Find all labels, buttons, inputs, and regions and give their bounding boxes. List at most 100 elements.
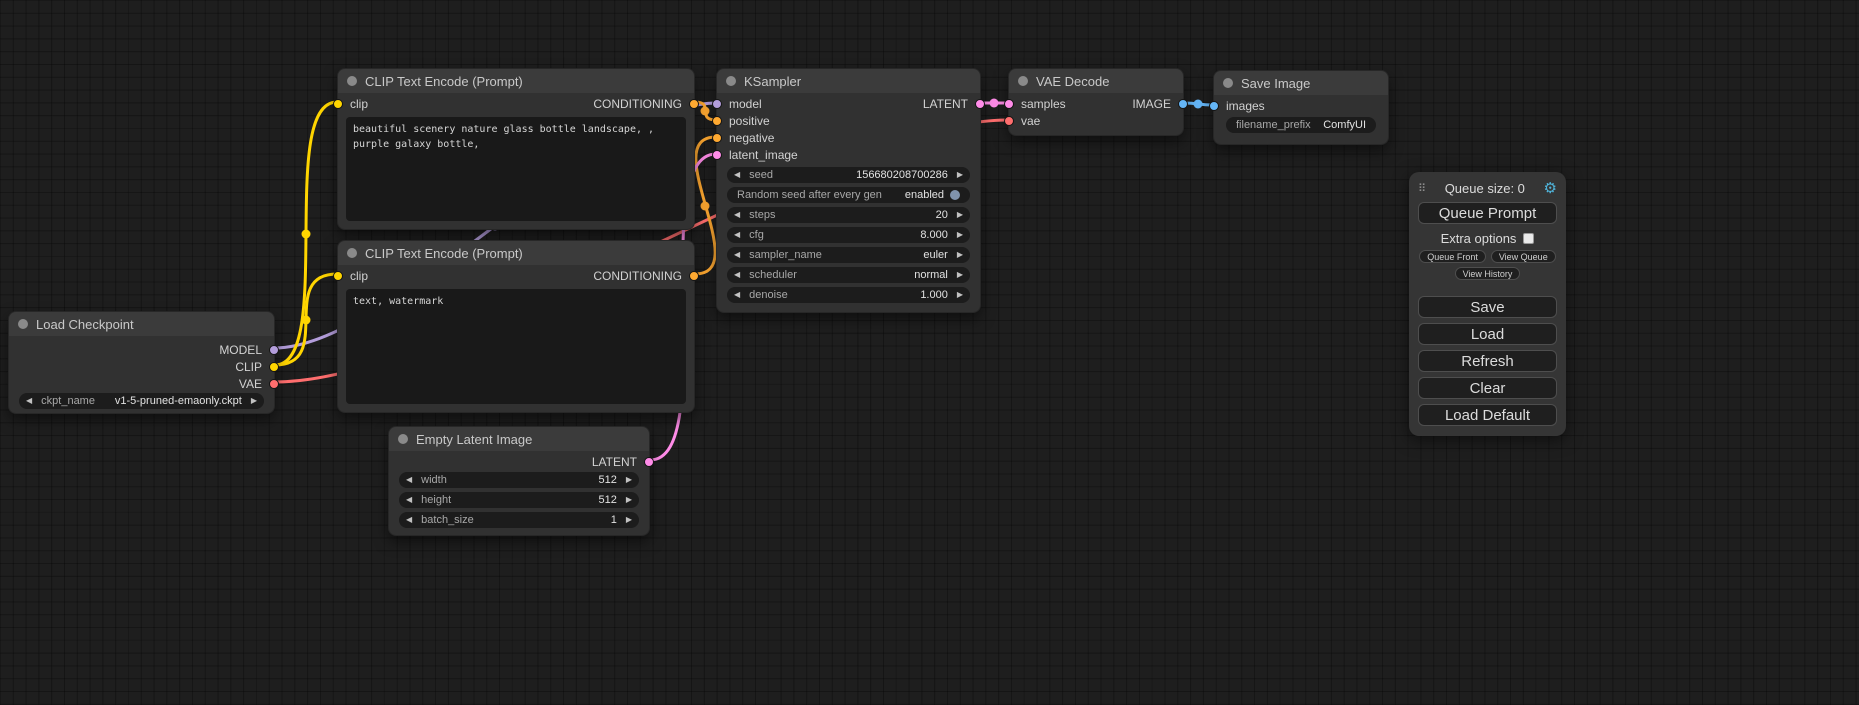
output-label-image: IMAGE <box>1132 97 1171 111</box>
increment-arrow-icon[interactable]: ▶ <box>626 496 632 504</box>
node-title: CLIP Text Encode (Prompt) <box>365 74 523 89</box>
input-label-samples: samples <box>1021 97 1066 111</box>
increment-arrow-icon[interactable]: ▶ <box>957 271 963 279</box>
output-slot-model[interactable] <box>269 345 279 355</box>
load-button[interactable]: Load <box>1418 323 1557 345</box>
node-title-bar[interactable]: CLIP Text Encode (Prompt) <box>338 241 694 265</box>
increment-arrow-icon[interactable]: ▶ <box>957 171 963 179</box>
decrement-arrow-icon[interactable]: ◀ <box>734 211 740 219</box>
decrement-arrow-icon[interactable]: ◀ <box>734 171 740 179</box>
collapse-dot[interactable] <box>726 76 736 86</box>
collapse-dot[interactable] <box>398 434 408 444</box>
output-slot-conditioning[interactable] <box>689 99 699 109</box>
link-dot-clip-positive <box>302 230 311 239</box>
input-slot-clip[interactable] <box>333 99 343 109</box>
node-clip-text-encode-positive[interactable]: CLIP Text Encode (Prompt) clip CONDITION… <box>337 68 695 230</box>
view-queue-button[interactable]: View Queue <box>1491 250 1556 263</box>
decrement-arrow-icon[interactable]: ◀ <box>26 397 32 405</box>
input-label-positive: positive <box>729 114 770 128</box>
node-vae-decode[interactable]: VAE Decode samples IMAGE vae <box>1008 68 1184 136</box>
widget-cfg[interactable]: ◀ cfg 8.000 ▶ <box>727 227 970 243</box>
node-empty-latent-image[interactable]: Empty Latent Image LATENT ◀ width 512 ▶ … <box>388 426 650 536</box>
clear-button[interactable]: Clear <box>1418 377 1557 399</box>
increment-arrow-icon[interactable]: ▶ <box>251 397 257 405</box>
settings-gear-icon[interactable]: ⚙ <box>1544 181 1557 196</box>
widget-ckpt-name[interactable]: ◀ ckpt_name v1-5-pruned-emaonly.ckpt ▶ <box>19 393 264 409</box>
input-slot-images[interactable] <box>1209 101 1219 111</box>
output-slot-image[interactable] <box>1178 99 1188 109</box>
input-slot-samples[interactable] <box>1004 99 1014 109</box>
input-slot-clip[interactable] <box>333 271 343 281</box>
widget-value: 512 <box>598 474 616 486</box>
output-slot-latent[interactable] <box>644 457 654 467</box>
node-title-bar[interactable]: CLIP Text Encode (Prompt) <box>338 69 694 93</box>
widget-value: enabled <box>905 189 944 201</box>
widget-seed[interactable]: ◀ seed 156680208700286 ▶ <box>727 167 970 183</box>
node-title-bar[interactable]: Load Checkpoint <box>9 312 274 336</box>
input-slot-latent-image[interactable] <box>712 150 722 160</box>
output-slot-latent[interactable] <box>975 99 985 109</box>
prompt-text[interactable]: text, watermark <box>346 289 686 404</box>
increment-arrow-icon[interactable]: ▶ <box>626 516 632 524</box>
collapse-dot[interactable] <box>347 76 357 86</box>
node-canvas[interactable]: Load Checkpoint MODEL CLIP VAE ◀ ckpt_na… <box>0 0 1859 705</box>
view-history-button[interactable]: View History <box>1455 267 1521 280</box>
toggle-knob[interactable] <box>950 190 960 200</box>
decrement-arrow-icon[interactable]: ◀ <box>734 271 740 279</box>
collapse-dot[interactable] <box>1018 76 1028 86</box>
decrement-arrow-icon[interactable]: ◀ <box>734 231 740 239</box>
node-ksampler[interactable]: KSampler model LATENT positive negative … <box>716 68 981 313</box>
collapse-dot[interactable] <box>347 248 357 258</box>
widget-steps[interactable]: ◀ steps 20 ▶ <box>727 207 970 223</box>
widget-sampler-name[interactable]: ◀ sampler_name euler ▶ <box>727 247 970 263</box>
increment-arrow-icon[interactable]: ▶ <box>626 476 632 484</box>
prompt-text[interactable]: beautiful scenery nature glass bottle la… <box>346 117 686 221</box>
refresh-button[interactable]: Refresh <box>1418 350 1557 372</box>
node-save-image[interactable]: Save Image images filename_prefix ComfyU… <box>1213 70 1389 145</box>
decrement-arrow-icon[interactable]: ◀ <box>406 516 412 524</box>
output-slot-conditioning[interactable] <box>689 271 699 281</box>
widget-filename-prefix[interactable]: filename_prefix ComfyUI <box>1226 117 1376 133</box>
increment-arrow-icon[interactable]: ▶ <box>957 291 963 299</box>
widget-denoise[interactable]: ◀ denoise 1.000 ▶ <box>727 287 970 303</box>
widget-random-seed-toggle[interactable]: Random seed after every gen enabled <box>727 187 970 203</box>
collapse-dot[interactable] <box>18 319 28 329</box>
node-title-bar[interactable]: VAE Decode <box>1009 69 1183 93</box>
input-slot-vae[interactable] <box>1004 116 1014 126</box>
widget-label: batch_size <box>421 514 474 526</box>
output-slot-vae[interactable] <box>269 379 279 389</box>
load-default-button[interactable]: Load Default <box>1418 404 1557 426</box>
node-title-bar[interactable]: Save Image <box>1214 71 1388 95</box>
increment-arrow-icon[interactable]: ▶ <box>957 211 963 219</box>
node-title-bar[interactable]: KSampler <box>717 69 980 93</box>
extra-options-checkbox[interactable] <box>1523 233 1534 244</box>
widget-batch-size[interactable]: ◀ batch_size 1 ▶ <box>399 512 639 528</box>
widget-value: 1 <box>611 514 617 526</box>
widget-label: filename_prefix <box>1236 119 1311 131</box>
link-dot-samples <box>990 99 999 108</box>
output-slot-clip[interactable] <box>269 362 279 372</box>
widget-scheduler[interactable]: ◀ scheduler normal ▶ <box>727 267 970 283</box>
output-label-model: MODEL <box>219 343 262 357</box>
drag-handle-icon[interactable]: ⠿ <box>1418 182 1426 195</box>
save-button[interactable]: Save <box>1418 296 1557 318</box>
input-slot-model[interactable] <box>712 99 722 109</box>
decrement-arrow-icon[interactable]: ◀ <box>734 291 740 299</box>
input-slot-negative[interactable] <box>712 133 722 143</box>
queue-prompt-button[interactable]: Queue Prompt <box>1418 202 1557 224</box>
input-label-latent-image: latent_image <box>729 148 798 162</box>
decrement-arrow-icon[interactable]: ◀ <box>406 496 412 504</box>
decrement-arrow-icon[interactable]: ◀ <box>406 476 412 484</box>
decrement-arrow-icon[interactable]: ◀ <box>734 251 740 259</box>
extra-options-label: Extra options <box>1441 231 1517 246</box>
node-title-bar[interactable]: Empty Latent Image <box>389 427 649 451</box>
collapse-dot[interactable] <box>1223 78 1233 88</box>
increment-arrow-icon[interactable]: ▶ <box>957 231 963 239</box>
widget-height[interactable]: ◀ height 512 ▶ <box>399 492 639 508</box>
input-slot-positive[interactable] <box>712 116 722 126</box>
queue-front-button[interactable]: Queue Front <box>1419 250 1486 263</box>
node-load-checkpoint[interactable]: Load Checkpoint MODEL CLIP VAE ◀ ckpt_na… <box>8 311 275 414</box>
node-clip-text-encode-negative[interactable]: CLIP Text Encode (Prompt) clip CONDITION… <box>337 240 695 413</box>
widget-width[interactable]: ◀ width 512 ▶ <box>399 472 639 488</box>
increment-arrow-icon[interactable]: ▶ <box>957 251 963 259</box>
